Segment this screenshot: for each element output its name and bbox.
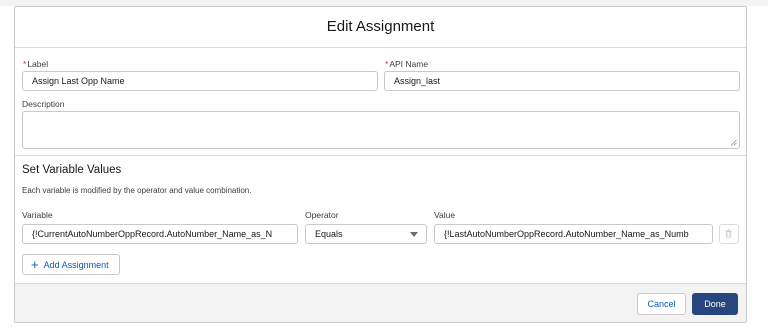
variable-column-header: Variable [22, 210, 53, 220]
screen: Edit Assignment *Label Assign Last Opp N… [0, 0, 768, 335]
description-field-label: Description [22, 99, 65, 109]
operator-select-value: Equals [315, 229, 343, 239]
add-assignment-button[interactable]: + Add Assignment [22, 254, 120, 275]
api-name-input-value: Assign_last [394, 76, 441, 86]
description-label-text: Description [22, 99, 65, 109]
section-divider [15, 155, 746, 156]
trash-icon [725, 229, 732, 238]
modal-header: Edit Assignment [15, 7, 746, 48]
required-marker: * [23, 59, 27, 69]
plus-icon: + [31, 257, 39, 272]
value-input[interactable]: {!LastAutoNumberOppRecord.AutoNumber_Nam… [434, 224, 713, 244]
api-name-field-label-text: API Name [389, 59, 429, 69]
variable-input-value: {!CurrentAutoNumberOppRecord.AutoNumber_… [32, 229, 273, 239]
cancel-button[interactable]: Cancel [637, 293, 686, 315]
section-help-text: Each variable is modified by the operato… [22, 186, 252, 195]
delete-assignment-button[interactable] [719, 224, 739, 244]
api-name-field-label: *API Name [385, 59, 428, 69]
description-textarea[interactable] [22, 111, 740, 149]
operator-column-header: Operator [305, 210, 339, 220]
add-assignment-label: Add Assignment [43, 260, 109, 270]
label-input[interactable]: Assign Last Opp Name [22, 71, 378, 91]
modal-title: Edit Assignment [326, 18, 435, 35]
label-input-value: Assign Last Opp Name [32, 76, 125, 86]
done-button[interactable]: Done [692, 293, 738, 315]
chevron-down-icon [410, 232, 418, 237]
edit-assignment-modal: Edit Assignment *Label Assign Last Opp N… [14, 6, 747, 323]
required-marker: * [385, 59, 389, 69]
modal-footer: Cancel Done [15, 283, 746, 322]
resize-grip-icon[interactable] [730, 139, 737, 146]
value-column-header: Value [434, 210, 456, 220]
operator-select[interactable]: Equals [305, 224, 427, 244]
section-title: Set Variable Values [22, 164, 122, 176]
api-name-input[interactable]: Assign_last [384, 71, 740, 91]
label-field-label: *Label [23, 59, 48, 69]
variable-input[interactable]: {!CurrentAutoNumberOppRecord.AutoNumber_… [22, 224, 298, 244]
value-input-value: {!LastAutoNumberOppRecord.AutoNumber_Nam… [444, 229, 689, 239]
label-field-label-text: Label [27, 59, 49, 69]
